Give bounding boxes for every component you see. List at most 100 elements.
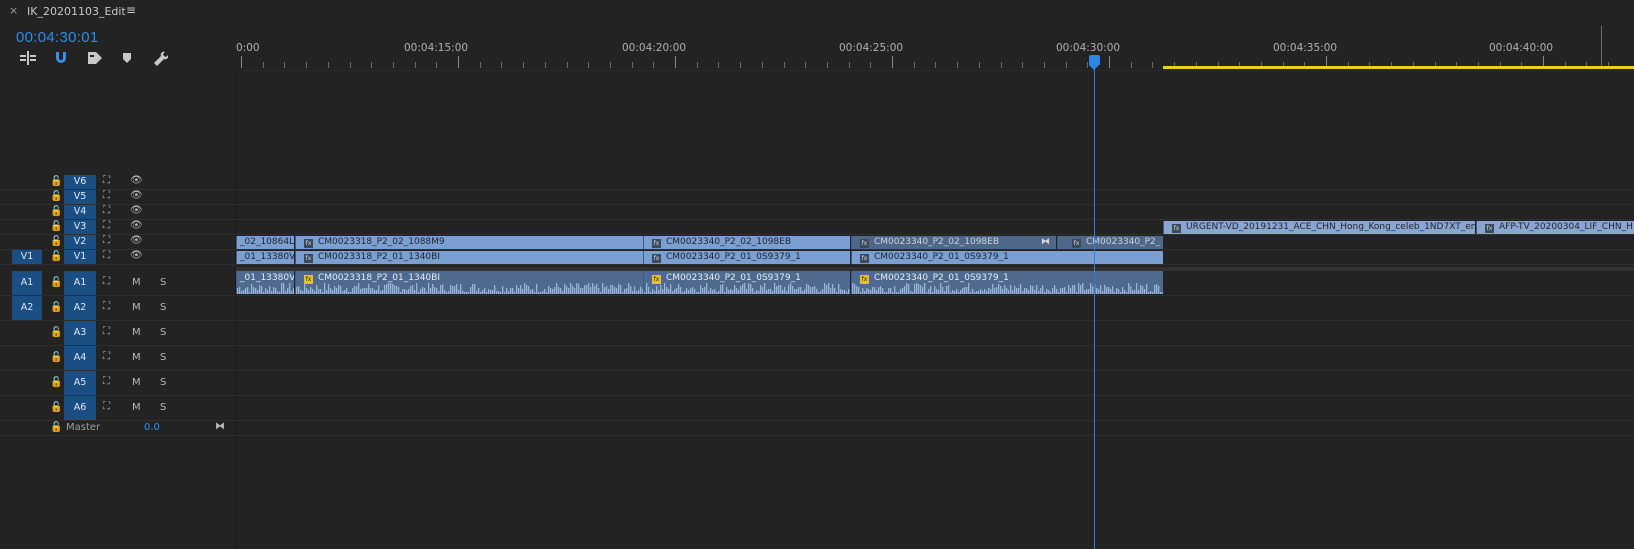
solo-button[interactable]: S [160, 402, 166, 413]
eye-icon[interactable]: 👁 [130, 175, 143, 186]
video-clip[interactable]: fx URGENT-VD_20191231_ACE_CHN_Hong_Kong_c… [1163, 221, 1475, 234]
sync-lock-icon[interactable]: ⛶ [103, 250, 110, 261]
audio-clip[interactable]: _01_13380V [236, 271, 294, 294]
lock-icon[interactable]: 🔓 [50, 236, 62, 247]
solo-button[interactable]: S [160, 377, 166, 388]
video-clip[interactable]: fx CM0023318_P2_02_1088M9 [295, 236, 643, 249]
insert-icon[interactable] [19, 50, 39, 66]
mute-button[interactable]: M [132, 402, 141, 413]
solo-button[interactable]: S [160, 302, 166, 313]
eye-icon[interactable]: 👁 [130, 235, 143, 246]
waveform-bar [682, 292, 684, 294]
lock-icon[interactable]: 🔓 [50, 206, 62, 217]
sync-lock-icon[interactable]: ⛶ [103, 401, 110, 412]
waveform-bar [882, 288, 884, 294]
sync-lock-icon[interactable]: ⛶ [103, 235, 110, 246]
master-meter-icon[interactable]: ⧓ [215, 421, 225, 432]
ruler-label: 00:04:30:00 [1056, 42, 1121, 54]
waveform-bar [628, 283, 630, 294]
track-label-a2[interactable]: A2 [64, 296, 96, 320]
waveform-bar [852, 283, 854, 294]
waveform-bar [454, 286, 456, 294]
sync-lock-icon[interactable]: ⛶ [103, 276, 110, 287]
audio-clip[interactable]: fx CM0023318_P2_01_1340BI [295, 271, 643, 294]
sync-lock-icon[interactable]: ⛶ [103, 205, 110, 216]
sync-lock-icon[interactable]: ⛶ [103, 175, 110, 186]
video-clip-selected[interactable]: fx CM0023340_P2_ [1057, 236, 1163, 249]
mute-button[interactable]: M [132, 302, 141, 313]
sync-lock-icon[interactable]: ⛶ [103, 351, 110, 362]
track-label-a6[interactable]: A6 [64, 396, 96, 420]
video-clip[interactable]: fx AFP-TV_20200304_LIF_CHN_H [1476, 221, 1634, 234]
close-icon[interactable]: × [9, 4, 18, 17]
lock-icon[interactable]: 🔓 [50, 352, 62, 363]
track-label-v5[interactable]: V5 [64, 190, 96, 204]
audio-clip[interactable]: fx CM0023340_P2_01_0S9379_1 [643, 271, 850, 294]
track-label-a1[interactable]: A1 [64, 271, 96, 295]
playhead-line[interactable] [1094, 62, 1095, 549]
ruler-tick [262, 62, 264, 68]
track-label-a3[interactable]: A3 [64, 321, 96, 345]
track-label-v2[interactable]: V2 [64, 235, 96, 249]
track-label-v4[interactable]: V4 [64, 205, 96, 219]
solo-button[interactable]: S [160, 327, 166, 338]
lock-icon[interactable]: 🔓 [50, 377, 62, 388]
mute-button[interactable]: M [132, 277, 141, 288]
solo-button[interactable]: S [160, 277, 166, 288]
waveform-bar [306, 288, 308, 294]
master-volume-value[interactable]: 0.0 [144, 422, 160, 433]
lock-icon[interactable]: 🔓 [50, 422, 62, 433]
work-area-bar[interactable] [1163, 66, 1634, 69]
lock-icon[interactable]: 🔓 [50, 221, 62, 232]
sync-lock-icon[interactable]: ⛶ [103, 190, 110, 201]
mute-button[interactable]: M [132, 327, 141, 338]
transition-icon[interactable]: ⧓ [1041, 236, 1050, 249]
panel-menu-icon[interactable]: ≡ [126, 3, 136, 17]
track-label-a4[interactable]: A4 [64, 346, 96, 370]
sync-lock-icon[interactable]: ⛶ [103, 326, 110, 337]
lock-icon[interactable]: 🔓 [50, 191, 62, 202]
mute-button[interactable]: M [132, 352, 141, 363]
video-clip[interactable]: _02_10864L [236, 236, 294, 249]
video-clip[interactable]: fx CM0023340_P2_02_1098EB [643, 236, 850, 249]
add-marker-icon[interactable] [121, 50, 141, 66]
video-clip[interactable]: fx CM0023340_P2_01_0S9379_1 [851, 251, 1163, 264]
sync-lock-icon[interactable]: ⛶ [103, 301, 110, 312]
solo-button[interactable]: S [160, 352, 166, 363]
sync-lock-icon[interactable]: ⛶ [103, 376, 110, 387]
sequence-title[interactable]: IK_20201103_Edit [27, 5, 126, 18]
audio-clip[interactable]: fx CM0023340_P2_01_0S9379_1 [851, 271, 1163, 294]
video-clip[interactable]: fx CM0023318_P2_01_1340BI [295, 251, 643, 264]
waveform-bar [496, 291, 498, 294]
video-clip[interactable]: _01_13380V [236, 251, 294, 264]
lock-icon[interactable]: 🔓 [50, 302, 62, 313]
linked-selection-icon[interactable] [87, 50, 107, 66]
mute-button[interactable]: M [132, 377, 141, 388]
source-patch-v1[interactable]: V1 [12, 250, 42, 264]
video-clip[interactable]: fx CM0023340_P2_01_0S9379_1 [643, 251, 850, 264]
track-label-v1[interactable]: V1 [64, 250, 96, 264]
eye-icon[interactable]: 👁 [130, 250, 143, 261]
sync-lock-icon[interactable]: ⛶ [103, 220, 110, 231]
source-patch-a2[interactable]: A2 [12, 296, 42, 320]
eye-icon[interactable]: 👁 [130, 220, 143, 231]
lock-icon[interactable]: 🔓 [50, 277, 62, 288]
source-patch-a1[interactable]: A1 [12, 271, 42, 295]
track-label-v3[interactable]: V3 [64, 220, 96, 234]
lock-icon[interactable]: 🔓 [50, 402, 62, 413]
waveform-bar [1008, 290, 1010, 294]
waveform-bar [958, 292, 960, 294]
track-label-v6[interactable]: V6 [64, 175, 96, 189]
track-label-a5[interactable]: A5 [64, 371, 96, 395]
waveform-bar [630, 286, 632, 294]
lock-icon[interactable]: 🔓 [50, 327, 62, 338]
eye-icon[interactable]: 👁 [130, 205, 143, 216]
lock-icon[interactable]: 🔓 [50, 251, 62, 262]
video-clip-selected[interactable]: fx CM0023340_P2_02_1098EB ⧓ [851, 236, 1056, 249]
lock-icon[interactable]: 🔓 [50, 176, 62, 187]
wrench-icon[interactable] [152, 50, 172, 66]
eye-icon[interactable]: 👁 [130, 190, 143, 201]
playhead-timecode[interactable]: 00:04:30:01 [16, 29, 99, 46]
snap-icon[interactable] [53, 50, 73, 66]
waveform-bar [370, 288, 372, 294]
